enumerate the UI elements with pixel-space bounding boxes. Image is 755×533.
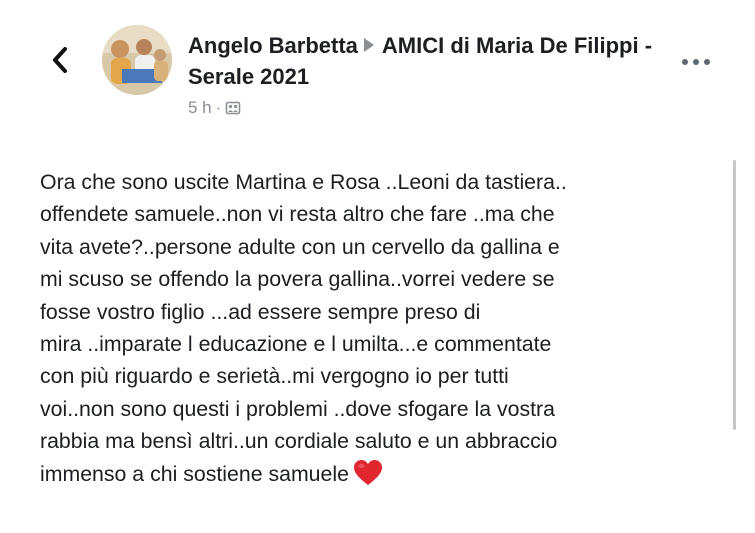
post-title: Angelo Barbetta AMICI di Maria De Filippi…: [188, 30, 658, 92]
post-meta: 5 h ·: [188, 98, 658, 118]
avatar[interactable]: [102, 25, 172, 95]
meta-separator: ·: [215, 98, 222, 117]
chevron-left-icon: [53, 47, 67, 73]
post-text: Ora che sono uscite Martina e Rosa ..Leo…: [40, 170, 567, 486]
facebook-post: Angelo Barbetta AMICI di Maria De Filippi…: [0, 0, 755, 533]
red-heart-icon: [353, 459, 382, 485]
scrollbar[interactable]: [733, 160, 736, 430]
author-name[interactable]: Angelo Barbetta: [188, 33, 358, 58]
post-time[interactable]: 5 h: [188, 98, 212, 118]
more-options-button[interactable]: [676, 50, 716, 74]
more-dots-icon: [682, 59, 710, 65]
group-audience-icon: [226, 101, 241, 115]
post-body: Ora che sono uscite Martina e Rosa ..Leo…: [40, 166, 720, 490]
back-button[interactable]: [42, 40, 78, 80]
triangle-right-icon: [363, 38, 374, 52]
avatar-photo: [102, 25, 172, 95]
post-header: Angelo Barbetta AMICI di Maria De Filippi…: [188, 30, 658, 118]
